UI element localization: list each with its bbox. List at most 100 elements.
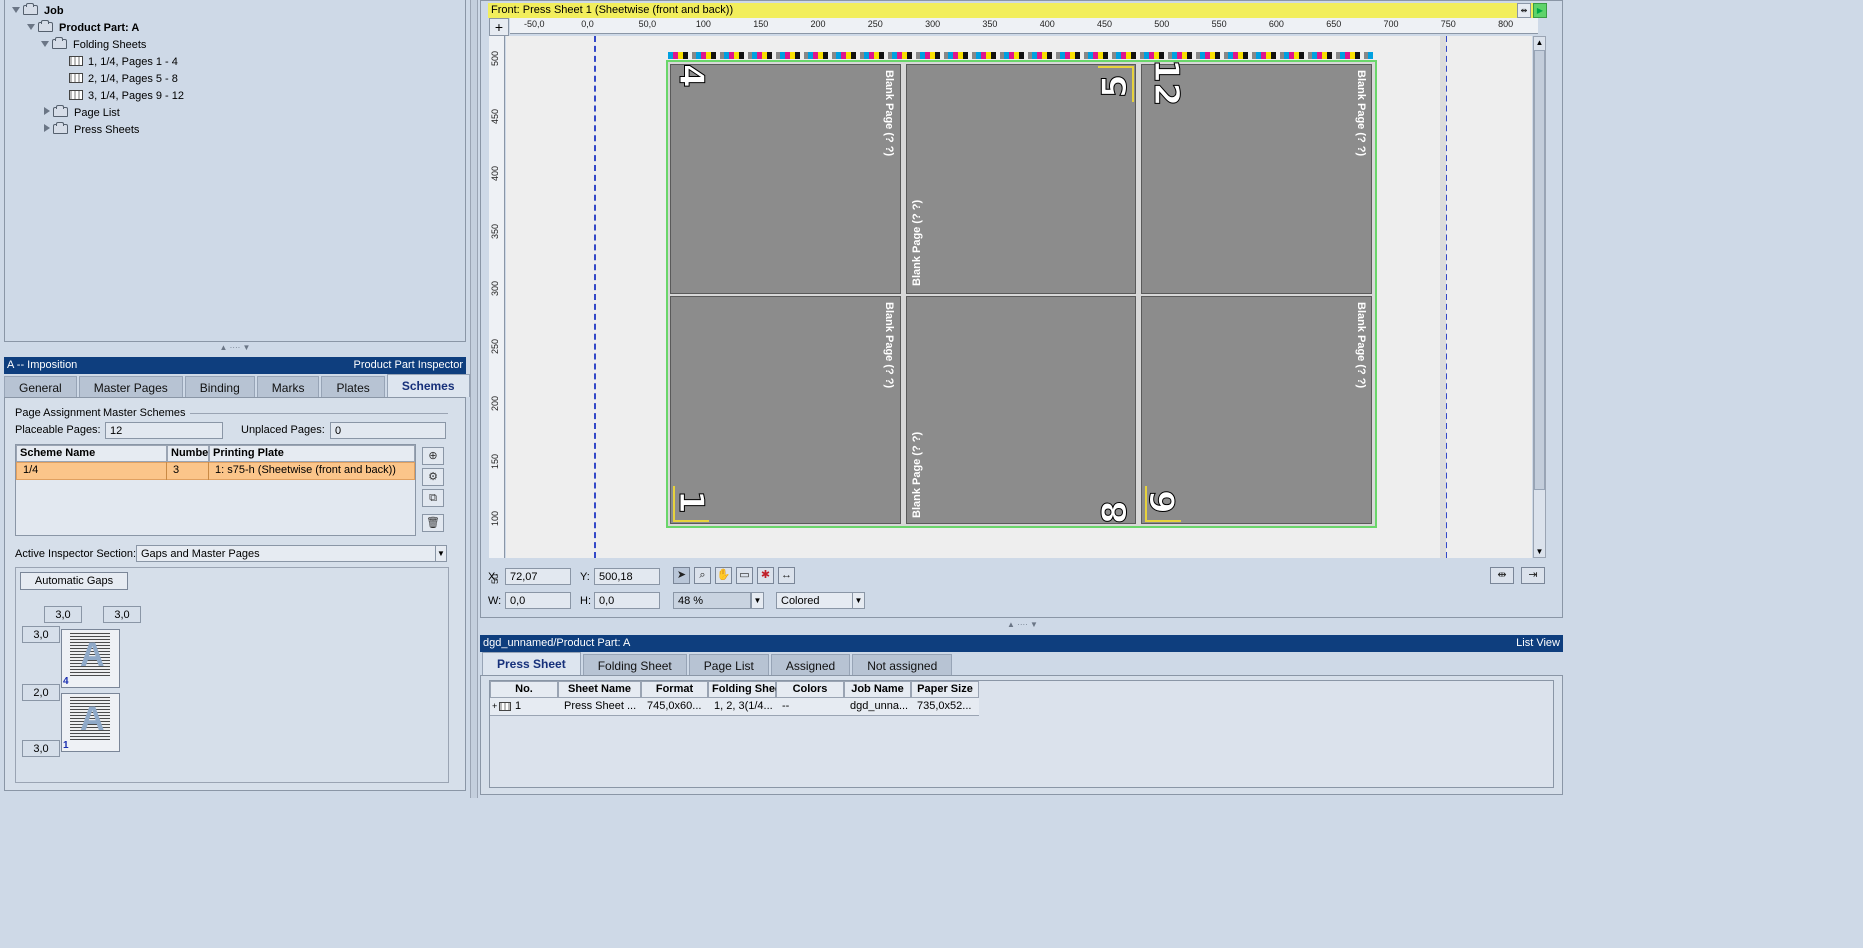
ruler-label: 700 — [1383, 19, 1399, 29]
scroll-up-icon[interactable]: ▲ — [1534, 37, 1545, 48]
column-job-name[interactable]: Job Name — [844, 681, 911, 698]
fit-page-icon[interactable]: ⇥ — [1521, 567, 1545, 584]
inspector-title-bar: A -- Imposition Product Part Inspector — [4, 357, 466, 374]
tab-binding[interactable]: Binding — [184, 376, 255, 397]
chevron-down-icon[interactable]: ▼ — [435, 545, 447, 562]
splitter-handle[interactable]: ▲ ···· ▼ — [990, 621, 1055, 629]
zoom-tool-icon[interactable]: ⌕ — [694, 567, 711, 584]
expand-icon[interactable] — [27, 24, 35, 30]
tab-press-sheet[interactable]: Press Sheet — [482, 652, 581, 675]
active-section-select[interactable]: Gaps and Master Pages — [136, 545, 436, 562]
thumb-page-label: 4 — [63, 676, 69, 687]
column-folding-sheet[interactable]: Folding Sheet — [708, 681, 785, 698]
column-scheme-name[interactable]: Scheme Name — [16, 445, 167, 462]
automatic-gaps-button[interactable]: Automatic Gaps — [20, 572, 128, 590]
ruler-label: 600 — [1268, 19, 1284, 29]
tree-item-folding-sheets[interactable]: Folding Sheets — [41, 36, 146, 54]
gap-top-left[interactable]: 3,0 — [44, 606, 82, 623]
tab-general[interactable]: General — [4, 376, 77, 397]
tab-page-list[interactable]: Page List — [688, 654, 769, 675]
frame-tool-icon[interactable]: ▭ — [736, 567, 753, 584]
x-field[interactable]: 72,07 — [505, 568, 571, 585]
green-status-icon[interactable]: ▶ — [1533, 3, 1547, 18]
tab-folding-sheet[interactable]: Folding Sheet — [582, 654, 687, 675]
section-tab-master-schemes[interactable]: Master Schemes — [103, 407, 186, 419]
zoom-select[interactable]: 48 % — [673, 592, 751, 609]
tab-schemes[interactable]: Schemes — [386, 374, 470, 397]
ruler-origin-button[interactable]: + — [489, 18, 509, 36]
tree-item-product-part[interactable]: Product Part: A — [27, 19, 139, 37]
blank-page-label: Blank Page (? ?) — [1355, 302, 1367, 389]
col-sep — [166, 462, 167, 480]
tab-master-pages[interactable]: Master Pages — [78, 376, 183, 397]
y-field[interactable]: 500,18 — [594, 568, 660, 585]
page-8[interactable] — [906, 296, 1136, 524]
ruler-label: 800 — [1498, 19, 1514, 29]
cell-no: 1 — [515, 700, 522, 712]
ruler-label: 750 — [1440, 19, 1456, 29]
ruler-label: 150 — [753, 19, 769, 29]
list-title-bar: dgd_unnamed/Product Part: A List View — [480, 635, 1563, 652]
vertical-splitter[interactable] — [470, 0, 478, 798]
collapse-icon[interactable] — [44, 107, 50, 115]
pointer-tool-icon[interactable]: ➤ — [673, 567, 690, 584]
column-printing-plate[interactable]: Printing Plate — [209, 445, 415, 462]
cell-printing-plate: 1: s75-h (Sheetwise (front and back)) — [215, 464, 396, 476]
column-sheet-name[interactable]: Sheet Name — [558, 681, 641, 698]
tree-item-folding-sheet[interactable]: 1, 1/4, Pages 1 - 4 — [69, 53, 178, 71]
scroll-down-icon[interactable]: ▼ — [1534, 546, 1545, 557]
expand-icon[interactable] — [41, 41, 49, 47]
column-no[interactable]: No. — [490, 681, 558, 698]
gap-left-top[interactable]: 3,0 — [22, 626, 60, 643]
tree-item-job[interactable]: Job — [12, 2, 64, 20]
w-field[interactable]: 0,0 — [505, 592, 571, 609]
measure-tool-icon[interactable]: ↔ — [778, 567, 795, 584]
tab-assigned[interactable]: Assigned — [770, 654, 851, 675]
collapse-panel-icon[interactable]: ⇹ — [1517, 3, 1531, 18]
gap-left-mid[interactable]: 2,0 — [22, 684, 60, 701]
expand-icon[interactable] — [12, 7, 20, 13]
color-mode-select[interactable]: Colored — [776, 592, 853, 609]
master-page-thumbnail[interactable]: A 4 — [61, 629, 120, 688]
canvas-title: Front: Press Sheet 1 (Sheetwise (front a… — [491, 4, 734, 16]
unplaced-pages-field[interactable]: 0 — [330, 422, 446, 439]
tree-item-page-list[interactable]: Page List — [44, 104, 120, 122]
chevron-down-icon[interactable]: ▼ — [751, 592, 764, 609]
delete-scheme-button[interactable]: 🗑 — [422, 514, 444, 532]
column-paper-size[interactable]: Paper Size — [911, 681, 979, 698]
fit-width-icon[interactable]: ⇹ — [1490, 567, 1514, 584]
tree-item-press-sheets[interactable]: Press Sheets — [44, 121, 139, 139]
inspector-tabs: General Master Pages Binding Marks Plate… — [4, 374, 472, 397]
col-sep — [208, 462, 209, 480]
fold-mark — [673, 486, 709, 522]
copy-scheme-button[interactable]: ⧉ — [422, 489, 444, 507]
tab-marks[interactable]: Marks — [256, 376, 320, 397]
page-4[interactable] — [670, 64, 901, 294]
thumb-letter: A — [80, 636, 105, 674]
blank-page-label: Blank Page (? ?) — [911, 431, 923, 518]
section-tab-page-assignment[interactable]: Page Assignment — [15, 407, 101, 419]
column-number[interactable]: Number — [167, 445, 213, 462]
tree-item-folding-sheet[interactable]: 3, 1/4, Pages 9 - 12 — [69, 87, 184, 105]
splitter-handle[interactable]: ▲ ···· ▼ — [205, 344, 265, 352]
h-field[interactable]: 0,0 — [594, 592, 660, 609]
add-scheme-button[interactable]: ⊕ — [422, 447, 444, 465]
placeable-pages-field[interactable]: 12 — [105, 422, 223, 439]
tab-not-assigned[interactable]: Not assigned — [852, 654, 953, 675]
chevron-down-icon[interactable]: ▼ — [852, 592, 865, 609]
expand-row-icon[interactable]: + — [492, 701, 497, 711]
gap-top-right[interactable]: 3,0 — [103, 606, 141, 623]
bug-tool-icon[interactable]: ✱ — [757, 567, 774, 584]
tree-item-folding-sheet[interactable]: 2, 1/4, Pages 5 - 8 — [69, 70, 178, 88]
column-colors[interactable]: Colors — [776, 681, 844, 698]
master-page-thumbnail[interactable]: A 1 — [61, 693, 120, 752]
gap-left-bottom[interactable]: 3,0 — [22, 740, 60, 757]
thumb-page-label: 1 — [63, 740, 69, 751]
divider — [190, 413, 448, 414]
collapse-icon[interactable] — [44, 124, 50, 132]
edit-scheme-button[interactable]: ⚙ — [422, 468, 444, 486]
column-format[interactable]: Format — [641, 681, 708, 698]
hand-tool-icon[interactable]: ✋ — [715, 567, 732, 584]
tab-plates[interactable]: Plates — [321, 376, 385, 397]
scroll-thumb[interactable] — [1534, 50, 1545, 490]
